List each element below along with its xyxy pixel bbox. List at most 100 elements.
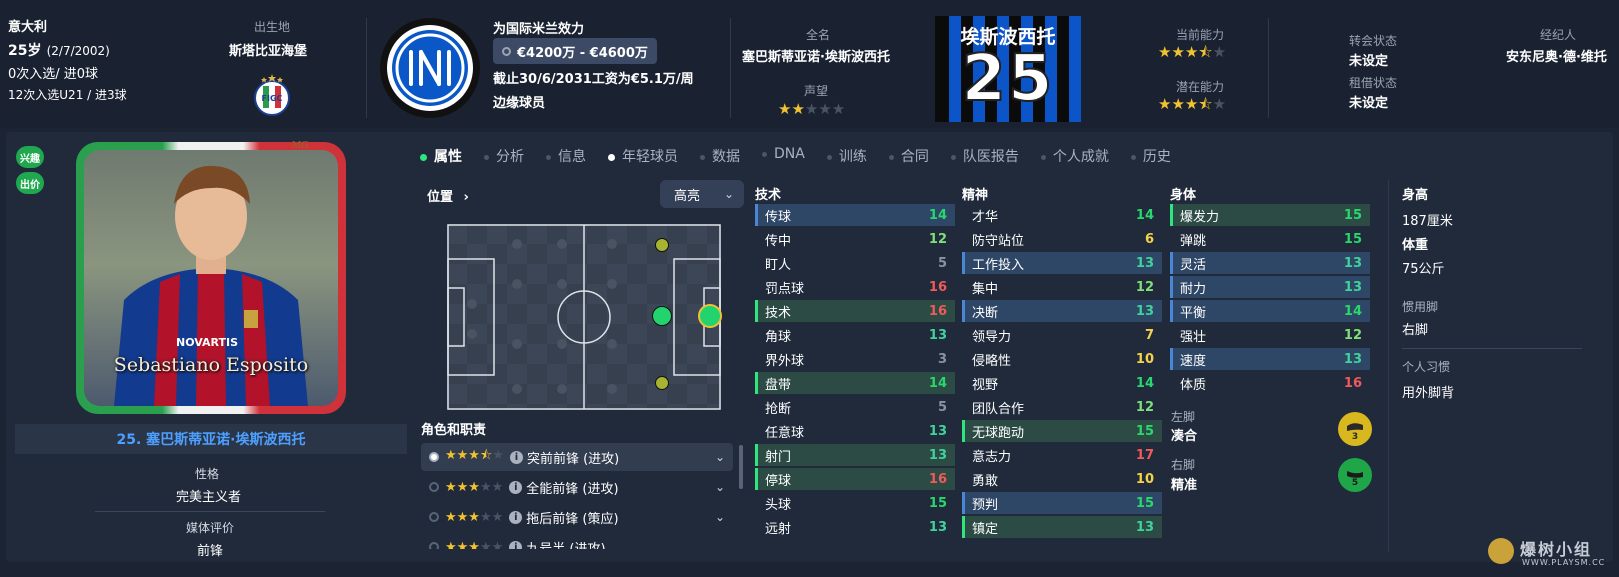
tab-achievements[interactable]: 个人成就	[1040, 146, 1109, 166]
attribute-row[interactable]: 弹跳 15	[1170, 228, 1370, 250]
tab-training[interactable]: 训练	[826, 146, 867, 166]
attribute-name: 盘带	[765, 377, 792, 393]
attribute-name: 防守站位	[972, 233, 1025, 249]
attribute-row[interactable]: 领导力 7	[962, 324, 1162, 346]
right-foot-icon[interactable]: 5	[1338, 458, 1372, 492]
attribute-name: 侵略性	[972, 353, 1012, 369]
potential-ability-stars[interactable]: ★★★⯪★	[1158, 94, 1226, 119]
attribute-row[interactable]: 平衡 14	[1170, 300, 1370, 322]
attribute-row[interactable]: 传球 14	[755, 204, 955, 226]
agent-name[interactable]: 安东尼奥·德·维托	[1506, 46, 1607, 65]
tab-medical[interactable]: 队医报告	[950, 146, 1019, 166]
club-label[interactable]: 为国际米兰效力	[493, 18, 584, 37]
role-item[interactable]: ★★★⯪★ i 突前前锋 (进攻) ⌄	[421, 443, 733, 471]
attribute-row[interactable]: 界外球 3	[755, 348, 955, 370]
tab-stats[interactable]: 数据	[700, 146, 740, 166]
nationality[interactable]: 意大利	[8, 16, 47, 35]
attribute-row[interactable]: 灵活 13	[1170, 252, 1370, 274]
attribute-row[interactable]: 团队合作 12	[962, 396, 1162, 418]
attribute-row[interactable]: 体质 16	[1170, 372, 1370, 394]
attribute-row[interactable]: 无球跑动 15	[962, 420, 1162, 442]
player-photo-card[interactable]: NOVARTIS Sebastiano Esposito MG	[76, 141, 346, 414]
role-item-clipped[interactable]: ★★★★★ i 九号半 (进攻)	[421, 533, 733, 549]
info-icon[interactable]: i	[509, 450, 523, 464]
tab-info[interactable]: 信息	[546, 146, 586, 166]
attribute-row[interactable]: 传中 12	[755, 228, 955, 250]
tab-dna[interactable]: DNA	[762, 146, 805, 166]
attribute-row[interactable]: 头球 15	[755, 492, 955, 514]
birthplace[interactable]: 斯塔比亚海堡	[229, 40, 307, 59]
attribute-row[interactable]: 决断 13	[962, 300, 1162, 322]
attribute-row[interactable]: 才华 14	[962, 204, 1162, 226]
tab-attributes[interactable]: 属性	[420, 146, 462, 166]
attribute-row[interactable]: 侵略性 10	[962, 348, 1162, 370]
figc-crest-icon[interactable]: FIGC	[254, 74, 290, 118]
attribute-row[interactable]: 集中 12	[962, 276, 1162, 298]
info-icon[interactable]: i	[509, 540, 523, 549]
attribute-row[interactable]: 工作投入 13	[962, 252, 1162, 274]
attribute-row[interactable]: 抢断 5	[755, 396, 955, 418]
loan-status[interactable]: 未设定	[1349, 92, 1388, 111]
contract-info[interactable]: 截止30/6/2031工资为€5.1万/周	[493, 68, 694, 87]
attribute-row[interactable]: 技术 16	[755, 300, 955, 322]
tab-youth[interactable]: 年轻球员	[608, 146, 678, 166]
position-marker-natural[interactable]	[698, 304, 722, 328]
attribute-row[interactable]: 意志力 17	[962, 444, 1162, 466]
attribute-row[interactable]: 速度 13	[1170, 348, 1370, 370]
trait-item[interactable]: 用外脚背	[1402, 382, 1454, 401]
attribute-name: 停球	[765, 473, 792, 489]
attribute-value: 16	[928, 303, 947, 319]
transfer-status[interactable]: 未设定	[1349, 50, 1388, 69]
offer-badge[interactable]: 出价	[16, 172, 44, 194]
attribute-row[interactable]: 远射 13	[755, 516, 955, 538]
tab-label: 信息	[558, 149, 586, 165]
tab-contract[interactable]: 合同	[888, 146, 929, 166]
value-pill[interactable]: €4200万 - €4600万	[493, 38, 657, 64]
attribute-row[interactable]: 任意球 13	[755, 420, 955, 442]
attribute-row[interactable]: 角球 13	[755, 324, 955, 346]
role-item[interactable]: ★★★★★ i 拖后前锋 (策应) ⌄	[421, 503, 733, 531]
attribute-row[interactable]: 耐力 13	[1170, 276, 1370, 298]
role-stars: ★★★★★	[445, 479, 504, 495]
position-link[interactable]: 位置 ›	[427, 186, 469, 205]
inter-crest-icon[interactable]	[378, 16, 482, 120]
attribute-value: 14	[928, 375, 947, 391]
info-icon[interactable]: i	[509, 480, 523, 494]
tab-analysis[interactable]: 分析	[484, 146, 524, 166]
media-description[interactable]: 前锋	[197, 540, 223, 559]
attribute-row[interactable]: 爆发力 15	[1170, 204, 1370, 226]
player-title-bar: 25. 塞巴斯蒂亚诺·埃斯波西托	[15, 424, 407, 454]
personality[interactable]: 完美主义者	[176, 486, 241, 505]
position-pitch[interactable]	[447, 224, 722, 410]
chevron-down-icon[interactable]: ⌄	[715, 450, 725, 464]
attribute-row[interactable]: 强壮 12	[1170, 324, 1370, 346]
tab-history[interactable]: 历史	[1130, 146, 1171, 166]
attribute-row[interactable]: 镇定 13	[962, 516, 1162, 538]
chevron-down-icon[interactable]: ⌄	[715, 510, 725, 524]
position-marker[interactable]	[652, 306, 672, 326]
chevron-down-icon[interactable]: ⌄	[715, 480, 725, 494]
attribute-row[interactable]: 罚点球 16	[755, 276, 955, 298]
attribute-name: 速度	[1180, 353, 1207, 369]
interest-badge[interactable]: 兴趣	[16, 146, 44, 168]
current-ability-stars[interactable]: ★★★⯪★	[1158, 42, 1226, 67]
attribute-row[interactable]: 勇敢 10	[962, 468, 1162, 490]
position-marker[interactable]	[655, 376, 669, 390]
attribute-name: 传中	[765, 233, 792, 249]
roles-scrollbar[interactable]	[739, 445, 743, 489]
attribute-row[interactable]: 视野 14	[962, 372, 1162, 394]
position-marker[interactable]	[655, 238, 669, 252]
role-item[interactable]: ★★★★★ i 九号半 (进攻)	[421, 533, 733, 549]
attribute-value: 12	[1135, 399, 1154, 415]
attribute-row[interactable]: 盘带 14	[755, 372, 955, 394]
attribute-row[interactable]: 盯人 5	[755, 252, 955, 274]
info-icon[interactable]: i	[509, 510, 523, 524]
attribute-row[interactable]: 防守站位 6	[962, 228, 1162, 250]
highlight-dropdown[interactable]: 高亮 ⌄	[660, 180, 744, 208]
attribute-row[interactable]: 停球 16	[755, 468, 955, 490]
attribute-row[interactable]: 预判 15	[962, 492, 1162, 514]
squad-status[interactable]: 边缘球员	[493, 92, 545, 111]
role-item[interactable]: ★★★★★ i 全能前锋 (进攻) ⌄	[421, 473, 733, 501]
left-foot-icon[interactable]: 3	[1338, 412, 1372, 446]
attribute-row[interactable]: 射门 13	[755, 444, 955, 466]
